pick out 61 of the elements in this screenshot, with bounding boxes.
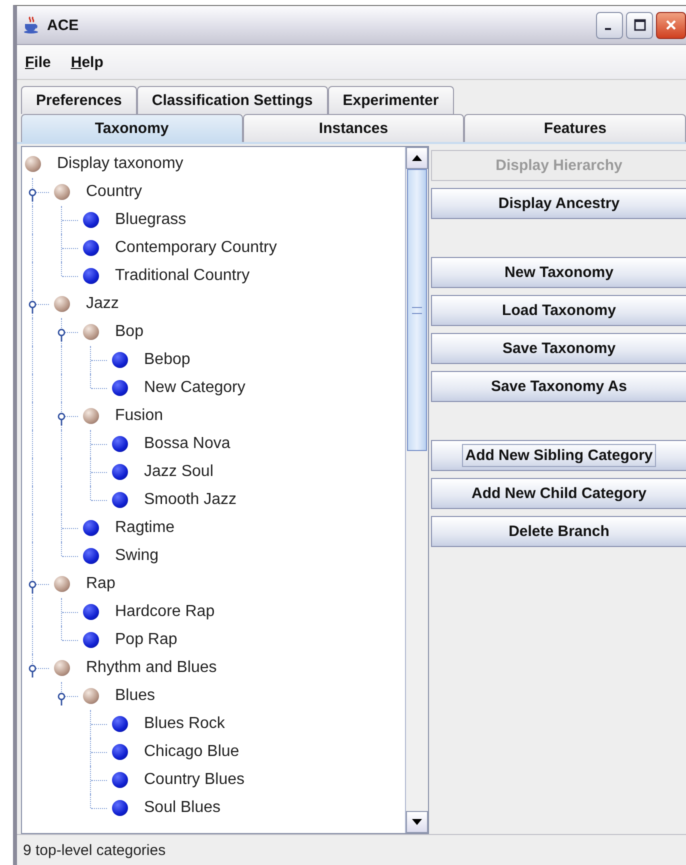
tree-item[interactable]: Country Blues (144, 771, 244, 789)
tree-item[interactable]: Jazz (86, 295, 119, 313)
action-button[interactable]: Save Taxonomy As (431, 371, 686, 402)
menu-item[interactable]: Help (70, 54, 104, 70)
tree-item[interactable]: Ragtime (115, 519, 175, 537)
tree-item[interactable]: Pop Rap (115, 631, 178, 649)
tab[interactable]: Instances (242, 114, 464, 142)
tree-item[interactable]: Blues (115, 687, 156, 705)
tab[interactable]: Features (464, 114, 686, 142)
tree-item[interactable]: Bebop (144, 351, 190, 369)
maximize-icon (634, 19, 646, 31)
tree-item[interactable]: New Category (144, 379, 246, 397)
action-button[interactable]: Add New Child Category (431, 478, 686, 509)
tree-item[interactable]: Contemporary Country (115, 239, 277, 257)
action-button[interactable]: Save Taxonomy (431, 333, 686, 364)
scroll-thumb[interactable] (407, 169, 427, 451)
tab[interactable]: Classification Settings (136, 86, 328, 114)
status-bar: 9 top-level categories (17, 834, 686, 865)
action-button[interactable]: Delete Branch (431, 516, 686, 547)
tree-item[interactable]: Bluegrass (115, 211, 186, 229)
tree-item[interactable]: Soul Blues (144, 799, 220, 817)
tree-item[interactable]: Bossa Nova (144, 435, 230, 453)
expand-handle-icon[interactable] (57, 328, 66, 342)
tab[interactable]: Experimenter (328, 86, 454, 114)
tree-item[interactable]: Rap (86, 575, 116, 593)
expand-handle-icon[interactable] (28, 300, 37, 314)
tree-item[interactable]: Traditional Country (115, 267, 250, 285)
window-title: ACE (47, 16, 79, 34)
expand-handle-icon[interactable] (57, 692, 66, 706)
action-button[interactable]: Load Taxonomy (431, 295, 686, 326)
close-icon (665, 19, 677, 31)
scroll-up-button[interactable] (406, 147, 428, 169)
down-arrow-icon (412, 819, 422, 825)
action-button[interactable]: Add New Sibling Category (431, 440, 686, 471)
scrollbar[interactable] (405, 147, 428, 833)
tree-item[interactable]: Swing (115, 547, 159, 565)
tree-item[interactable]: Blues Rock (144, 715, 225, 733)
tab[interactable]: Taxonomy (21, 114, 243, 142)
tree-item[interactable]: Bop (115, 323, 144, 341)
action-button[interactable]: New Taxonomy (431, 257, 686, 288)
action-button[interactable]: Display Ancestry (431, 188, 686, 219)
maximize-button[interactable] (626, 12, 653, 38)
tree-item[interactable]: Country (86, 183, 142, 201)
tree-item[interactable]: Display taxonomy (57, 155, 184, 173)
expand-handle-icon[interactable] (28, 664, 37, 678)
close-button[interactable] (656, 12, 686, 38)
menu-item[interactable]: File (25, 54, 51, 70)
expand-handle-icon[interactable] (57, 412, 66, 426)
tree-item[interactable]: Jazz Soul (144, 463, 214, 481)
up-arrow-icon (412, 155, 422, 161)
tab[interactable]: Preferences (21, 86, 137, 114)
tree-item[interactable]: Smooth Jazz (144, 491, 236, 509)
tree-item[interactable]: Rhythm and Blues (86, 659, 217, 677)
tree-item[interactable]: Fusion (115, 407, 164, 425)
expand-handle-icon[interactable] (28, 580, 37, 594)
expand-handle-icon[interactable] (28, 188, 37, 202)
coffee-cup-icon (23, 16, 41, 34)
scroll-down-button[interactable] (406, 811, 428, 833)
tree-item[interactable]: Hardcore Rap (115, 603, 215, 621)
minimize-icon (604, 28, 610, 30)
tree-item[interactable]: Chicago Blue (144, 743, 240, 761)
